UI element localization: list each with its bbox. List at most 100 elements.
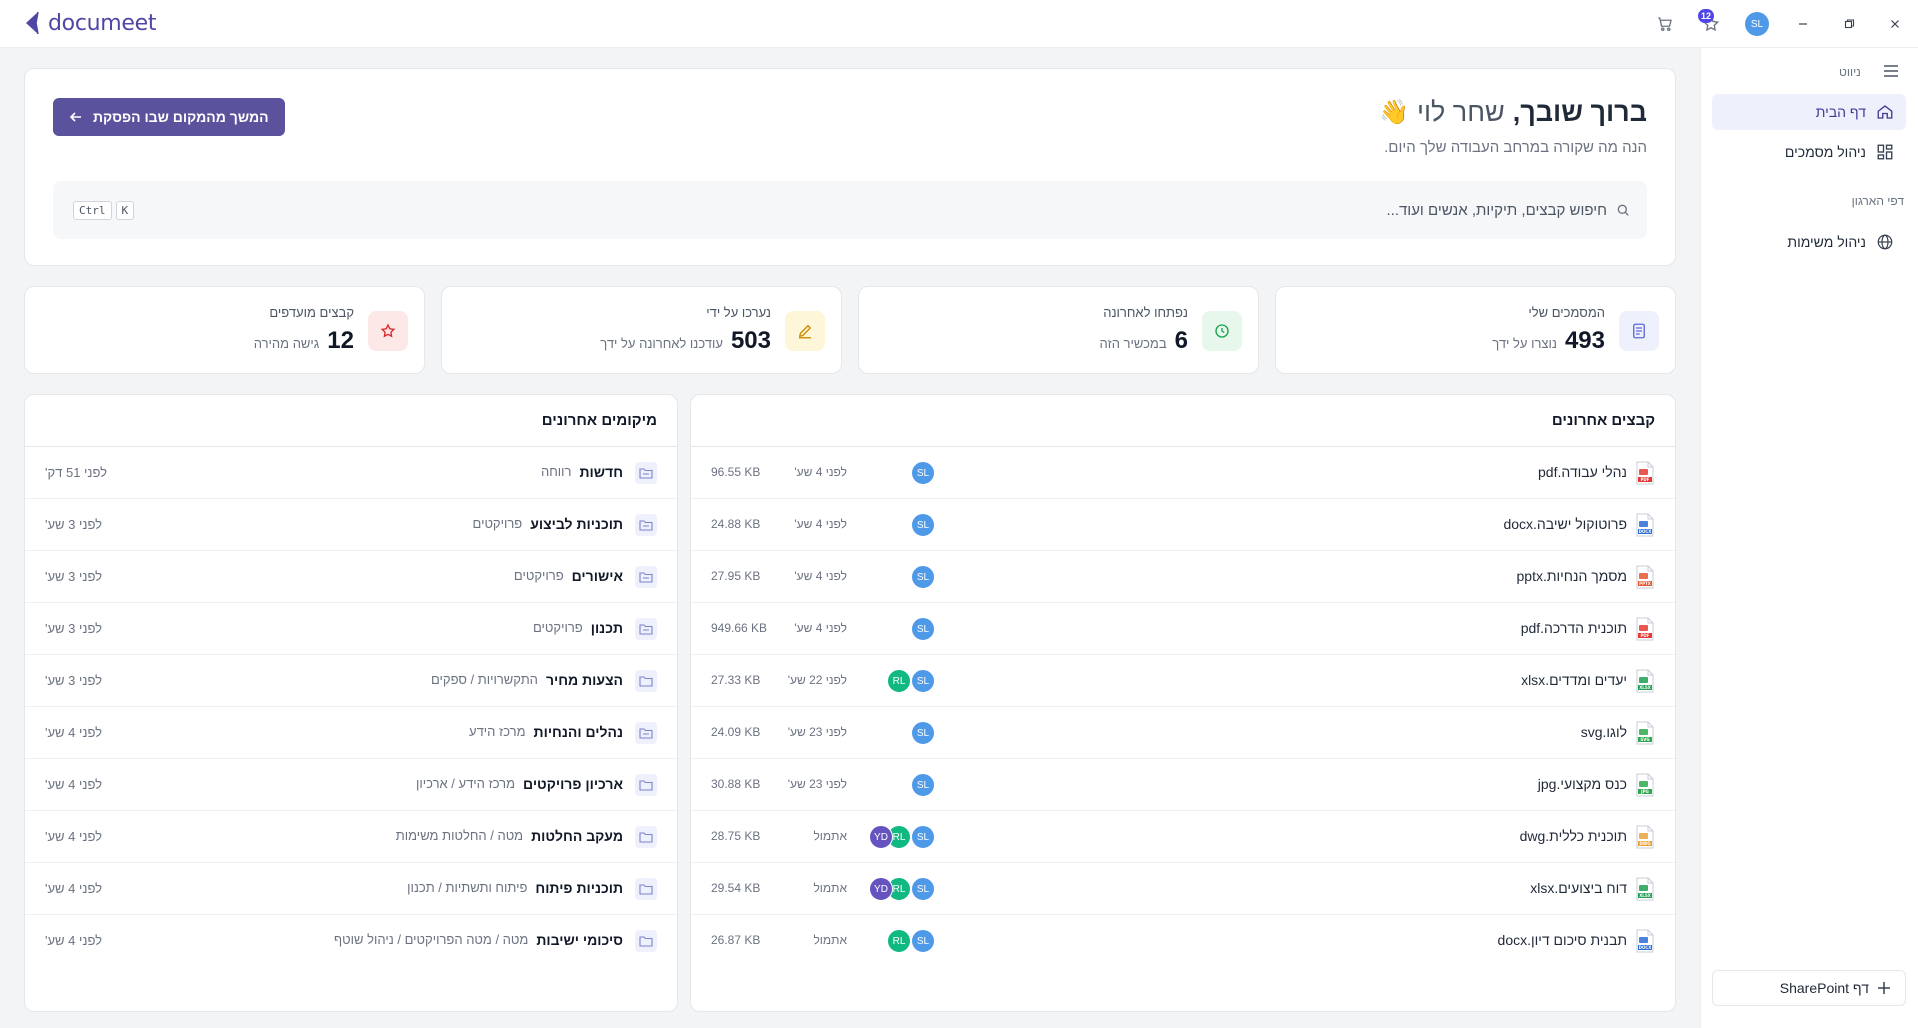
avatar: SL xyxy=(911,825,935,849)
home-icon xyxy=(1877,105,1893,119)
table-row[interactable]: XLSX יעדים ומדדים.xlsx SL RL לפני 22 שע' 27.3… xyxy=(691,655,1675,707)
recent-files-title: קבצים אחרונים xyxy=(691,395,1675,447)
plus-icon xyxy=(1878,982,1890,994)
stat-card-my-documents[interactable]: המסמכים שלי 493 נוצרו על ידך xyxy=(1275,286,1676,374)
list-item[interactable]: הצעות מחיר התקשרויות / ספקים לפני 3 שע' xyxy=(25,655,677,707)
list-item[interactable]: אישורים פרויקטים לפני 3 שע' xyxy=(25,551,677,603)
list-item[interactable]: תוכניות פיתוח פיתוח ותשתיות / תכנון לפני 4… xyxy=(25,863,677,915)
place-name[interactable]: תוכניות לביצוע xyxy=(530,516,623,532)
file-modified-time: לפני 22 שע' xyxy=(787,673,847,687)
user-avatar-button[interactable]: SL xyxy=(1734,0,1780,48)
place-path: מרכז הידע xyxy=(469,724,526,739)
file-name[interactable]: יעדים ומדדים.xlsx xyxy=(1521,672,1627,688)
table-row[interactable]: PDF תוכנית הדרכה.pdf SL לפני 4 שע' 949.66 KB xyxy=(691,603,1675,655)
place-path: מטה / מטה הפרויקטים / ניהול שוטף xyxy=(334,932,529,947)
table-row[interactable]: PPTX מסמך הנחיות.pptx SL לפני 4 שע' 27.95 KB xyxy=(691,551,1675,603)
place-name[interactable]: ארכיון פרויקטים xyxy=(523,776,623,792)
table-row[interactable]: PDF נהלי עבודה.pdf SL לפני 4 שע' 96.55 KB xyxy=(691,447,1675,499)
avatar: SL xyxy=(911,721,935,745)
place-time: לפני 3 שע' xyxy=(45,621,102,636)
place-time: לפני 3 שע' xyxy=(45,517,102,532)
minimize-button[interactable] xyxy=(1780,0,1826,48)
sidebar-item-task-management[interactable]: ניהול משימות xyxy=(1712,224,1906,260)
library-icon xyxy=(635,722,657,744)
avatar: SL xyxy=(911,929,935,953)
file-name[interactable]: תוכנית כללית.dwg xyxy=(1520,828,1627,844)
table-row[interactable]: JPG כנס מקצועי.jpg SL לפני 23 שע' 30.88 KB xyxy=(691,759,1675,811)
file-size: 28.75 KB xyxy=(711,829,761,843)
file-name[interactable]: תוכנית הדרכה.pdf xyxy=(1521,620,1627,636)
restore-button[interactable] xyxy=(1826,0,1872,48)
file-editors: SL RL xyxy=(887,669,935,693)
file-name[interactable]: דוח ביצועים.xlsx xyxy=(1530,880,1627,896)
file-jpg-icon: JPG xyxy=(1635,773,1655,797)
continue-button[interactable]: המשך מהמקום שבו הפסקת xyxy=(53,98,285,136)
minimize-icon xyxy=(1799,23,1807,25)
arrow-left-icon xyxy=(69,112,81,122)
file-xlsx-icon: XLSX xyxy=(1635,877,1655,901)
logo-text: documeet xyxy=(48,10,157,36)
file-name[interactable]: תבנית סיכום דיון.docx xyxy=(1498,932,1627,948)
table-row[interactable]: SVG לוגו.svg SL לפני 23 שע' 24.09 KB xyxy=(691,707,1675,759)
list-item[interactable]: חדשות רווחה לפני 51 דק' xyxy=(25,447,677,499)
place-name[interactable]: הצעות מחיר xyxy=(546,672,623,688)
stat-card-favorites[interactable]: קבצים מועדפים 12 גישה מהירה xyxy=(24,286,425,374)
app-logo[interactable]: documeet xyxy=(22,10,157,36)
place-name[interactable]: תוכניות פיתוח xyxy=(535,880,623,896)
sidebar-item-document-management[interactable]: ניהול מסמכים xyxy=(1712,134,1906,170)
list-item[interactable]: תוכניות לביצוע פרויקטים לפני 3 שע' xyxy=(25,499,677,551)
list-item[interactable]: מעקב החלטות מטה / החלטות משימות לפני 4 שע' xyxy=(25,811,677,863)
file-pdf-icon: PDF xyxy=(1635,461,1655,485)
file-modified-time: אתמול xyxy=(813,829,847,843)
file-name[interactable]: כנס מקצועי.jpg xyxy=(1538,776,1627,792)
search-icon xyxy=(1617,204,1629,216)
svg-text:PDF: PDF xyxy=(1641,633,1650,638)
table-row[interactable]: XLSX דוח ביצועים.xlsx SL RL YD אתמול 29.54 KB xyxy=(691,863,1675,915)
stat-card-recently-opened[interactable]: נפתחו לאחרונה 6 במכשיר הזה xyxy=(858,286,1259,374)
file-name[interactable]: מסמך הנחיות.pptx xyxy=(1517,568,1628,584)
table-row[interactable]: DOCX תבנית סיכום דיון.docx SL RL אתמול 26.87 … xyxy=(691,915,1675,967)
menu-icon[interactable] xyxy=(1882,62,1900,83)
list-item[interactable]: סיכומי ישיבות מטה / מטה הפרויקטים / ניהול… xyxy=(25,915,677,967)
place-name[interactable]: סיכומי ישיבות xyxy=(536,932,623,948)
sidebar-item-label: דף הבית xyxy=(1815,104,1866,120)
place-name[interactable]: חדשות xyxy=(580,464,624,480)
file-name[interactable]: נהלי עבודה.pdf xyxy=(1538,464,1627,480)
svg-text:DOCX: DOCX xyxy=(1639,529,1652,534)
search-bar[interactable]: Ctrl K xyxy=(53,181,1647,239)
stat-label: המסמכים שלי xyxy=(1528,305,1605,320)
file-size: 24.09 KB xyxy=(711,725,761,739)
add-sharepoint-page-button[interactable]: דף SharePoint xyxy=(1712,970,1906,1006)
file-editors: SL xyxy=(911,461,935,485)
svg-text:SVG: SVG xyxy=(1640,737,1649,742)
list-item[interactable]: נהלים והנחיות מרכז הידע לפני 4 שע' xyxy=(25,707,677,759)
page-title: ברוך שובך, שחר לוי 👋 xyxy=(1379,97,1647,128)
list-item[interactable]: תכנון פרויקטים לפני 3 שע' xyxy=(25,603,677,655)
place-name[interactable]: נהלים והנחיות xyxy=(534,724,623,740)
avatar: YD xyxy=(869,825,893,849)
add-button-label: דף SharePoint xyxy=(1779,980,1869,996)
close-button[interactable] xyxy=(1872,0,1918,48)
file-name[interactable]: לוגו.svg xyxy=(1581,724,1627,740)
svg-text:DOCX: DOCX xyxy=(1639,945,1652,950)
sidebar-item-label: ניהול מסמכים xyxy=(1784,144,1866,160)
table-row[interactable]: DOCX פרוטוקול ישיבה.docx SL לפני 4 שע' 24.88… xyxy=(691,499,1675,551)
place-name[interactable]: אישורים xyxy=(572,568,623,584)
stat-desc: עודכנו לאחרונה על ידך xyxy=(600,336,723,351)
favorites-button[interactable]: 12 xyxy=(1688,0,1734,48)
search-input[interactable] xyxy=(134,201,1607,219)
sidebar-item-label: ניהול משימות xyxy=(1787,234,1866,250)
place-name[interactable]: תכנון xyxy=(591,620,623,636)
table-row[interactable]: DWG תוכנית כללית.dwg SL RL YD אתמול 28.75 KB xyxy=(691,811,1675,863)
stat-card-edited-by-me[interactable]: נערכו על ידי 503 עודכנו לאחרונה על ידך xyxy=(441,286,842,374)
list-item[interactable]: ארכיון פרויקטים מרכז הידע / ארכיון לפני 4 … xyxy=(25,759,677,811)
close-icon xyxy=(1891,20,1899,28)
place-name[interactable]: מעקב החלטות xyxy=(531,828,623,844)
file-name[interactable]: פרוטוקול ישיבה.docx xyxy=(1503,516,1627,532)
svg-text:XLSX: XLSX xyxy=(1639,685,1651,690)
cart-icon[interactable] xyxy=(1642,0,1688,48)
sidebar-item-home[interactable]: דף הבית xyxy=(1712,94,1906,130)
file-docx-icon: DOCX xyxy=(1635,513,1655,537)
avatar: RL xyxy=(887,669,911,693)
file-editors: SL RL YD xyxy=(869,825,935,849)
